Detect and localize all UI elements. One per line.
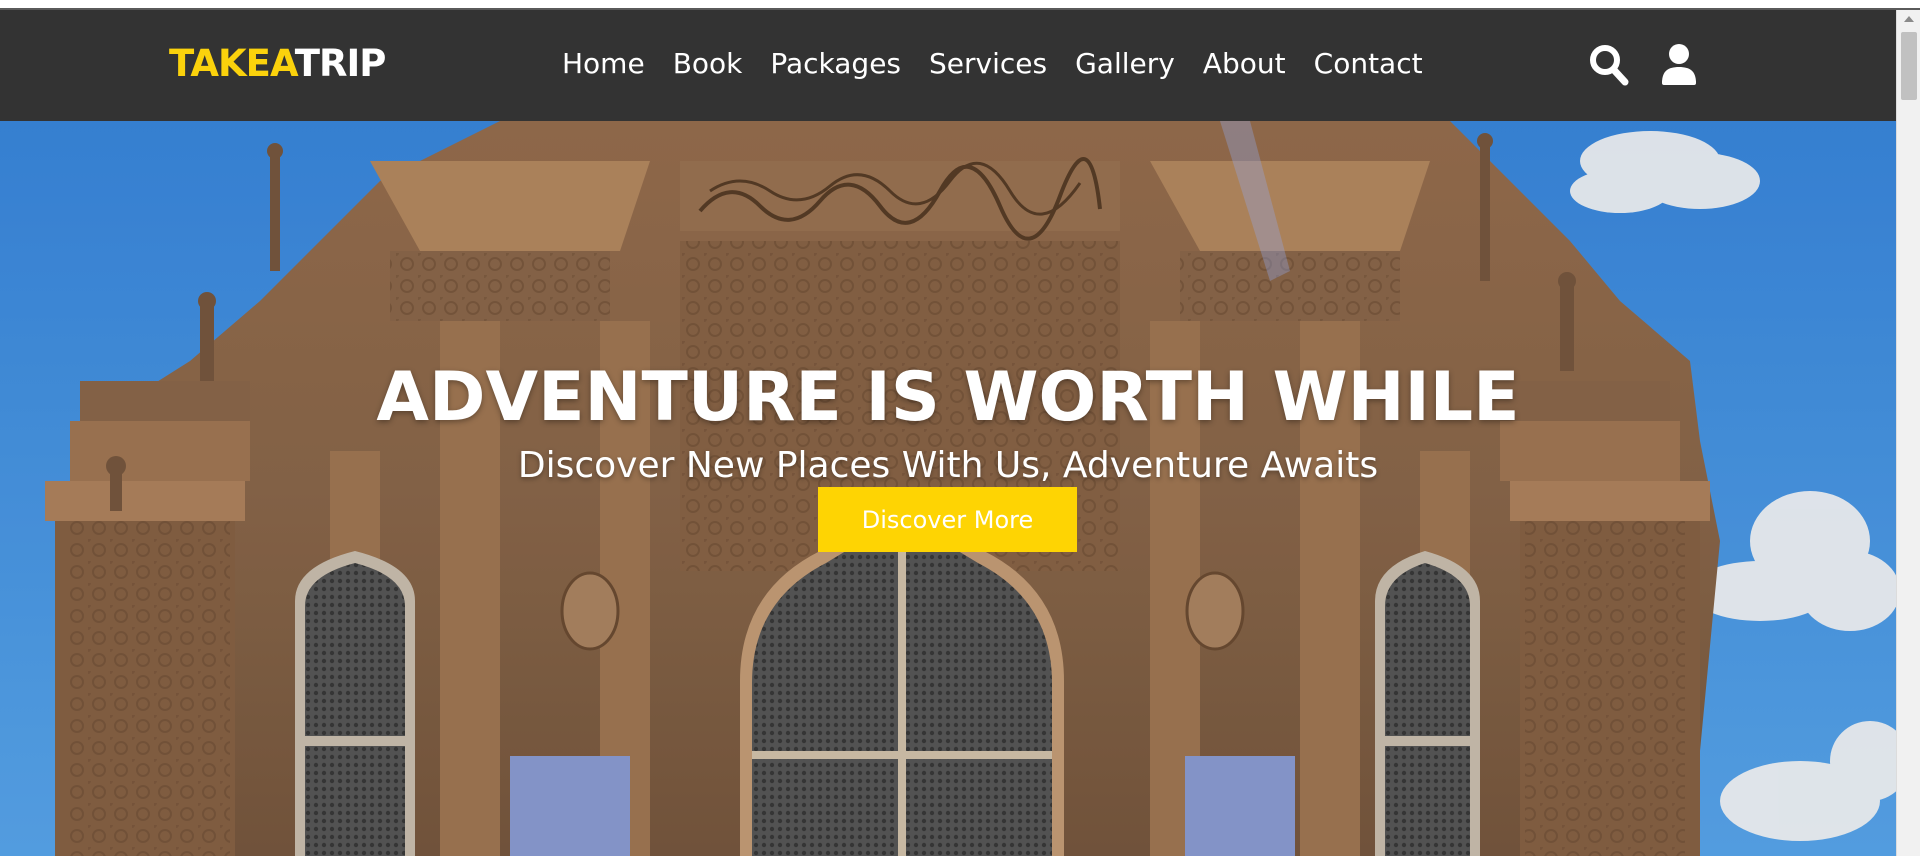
main-nav: Home Book Packages Services Gallery Abou… [562, 46, 1423, 82]
nav-home[interactable]: Home [562, 46, 645, 82]
search-button[interactable] [1588, 43, 1630, 87]
hero-section: ADVENTURE IS WORTH WHILE Discover New Pl… [0, 121, 1896, 856]
scroll-up-arrow-icon[interactable] [1904, 16, 1914, 22]
browser-top-strip [0, 0, 1920, 10]
hero-subtitle: Discover New Places With Us, Adventure A… [517, 445, 1379, 486]
site-header: TAKEATRIP Home Book Packages Services Ga… [0, 10, 1896, 121]
user-account-button[interactable] [1658, 43, 1700, 87]
search-icon [1590, 45, 1629, 86]
logo-part-1: TAKEA [169, 42, 296, 85]
page-scrollbar[interactable] [1896, 10, 1920, 856]
nav-packages[interactable]: Packages [770, 46, 901, 82]
discover-more-button[interactable]: Discover More [818, 487, 1077, 552]
nav-contact[interactable]: Contact [1314, 46, 1423, 82]
logo-part-2: TRIP [294, 42, 387, 85]
page: TAKEATRIP Home Book Packages Services Ga… [0, 10, 1896, 856]
user-icon [1662, 44, 1696, 85]
nav-gallery[interactable]: Gallery [1075, 46, 1175, 82]
scroll-thumb[interactable] [1901, 32, 1917, 100]
nav-book[interactable]: Book [673, 46, 743, 82]
nav-services[interactable]: Services [929, 46, 1047, 82]
nav-about[interactable]: About [1203, 46, 1286, 82]
site-logo[interactable]: TAKEATRIP [169, 42, 387, 86]
hero-title: ADVENTURE IS WORTH WHILE [376, 357, 1520, 437]
